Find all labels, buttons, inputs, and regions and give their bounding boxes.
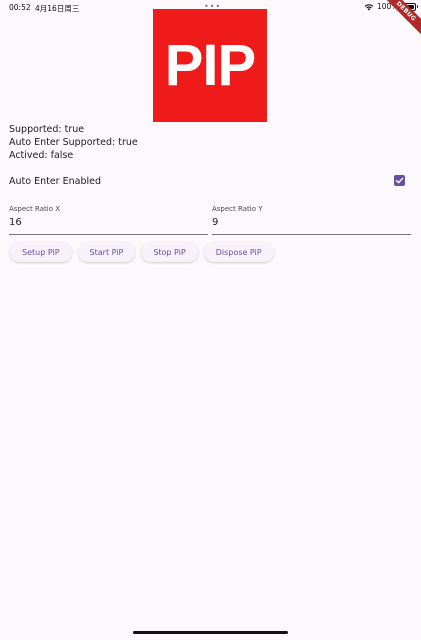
aspect-ratio-x-label: Aspect Ratio X [9, 205, 60, 213]
start-pip-button[interactable]: Start PiP [77, 242, 136, 262]
auto-enter-checkbox[interactable] [394, 175, 405, 186]
aspect-ratio-x-field[interactable]: Aspect Ratio X [9, 203, 208, 235]
setup-pip-button[interactable]: Setup PiP [10, 242, 72, 262]
stop-pip-button[interactable]: Stop PiP [141, 242, 198, 262]
checkmark-icon [395, 177, 404, 184]
status-date: 4月16日周三 [35, 4, 80, 13]
auto-enter-row[interactable]: Auto Enter Enabled [9, 174, 411, 190]
actived-status: Actived: false [9, 150, 74, 161]
aspect-ratio-y-field[interactable]: Aspect Ratio Y [212, 203, 411, 235]
aspect-ratio-x-input[interactable] [9, 217, 199, 228]
dispose-pip-button[interactable]: Dispose PiP [203, 242, 274, 262]
wifi-icon [364, 3, 374, 10]
pip-logo-text: PIP [164, 32, 256, 98]
auto-enter-supported-status: Auto Enter Supported: true [9, 137, 138, 148]
pip-logo: PIP [153, 9, 267, 122]
aspect-ratio-y-input[interactable] [212, 217, 402, 228]
pip-controls: Setup PiP Start PiP Stop PiP Dispose PiP [10, 242, 274, 262]
aspect-ratio-y-label: Aspect Ratio Y [212, 205, 263, 213]
status-time: 00:52 [9, 3, 31, 12]
supported-status: Supported: true [9, 124, 85, 135]
auto-enter-label: Auto Enter Enabled [9, 176, 101, 187]
pip-status-info: Supported: true Auto Enter Supported: tr… [9, 123, 138, 162]
home-indicator[interactable] [133, 631, 288, 634]
